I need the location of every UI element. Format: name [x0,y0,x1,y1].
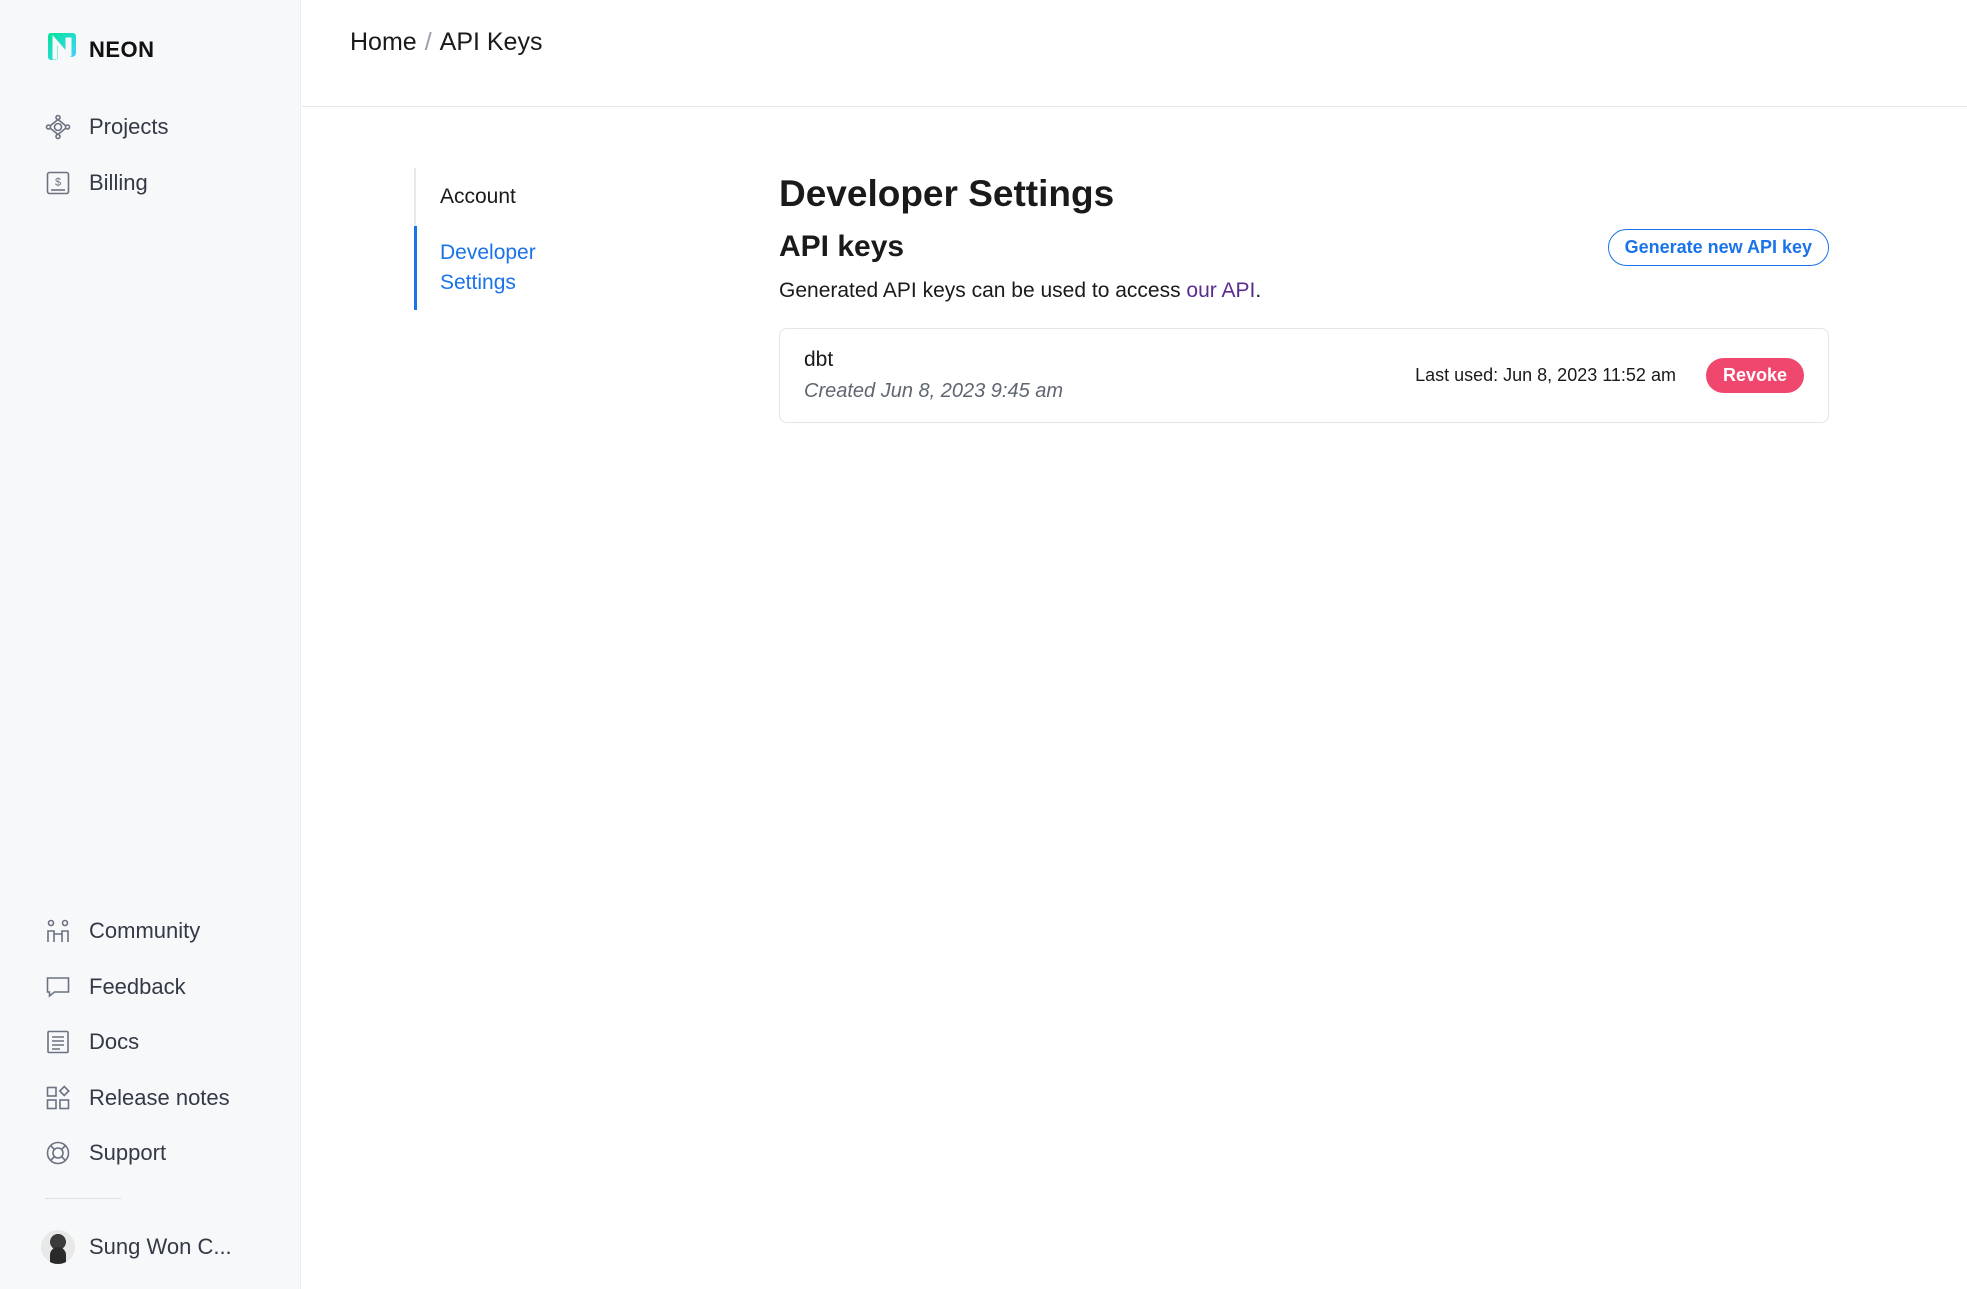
settings-subnav: Account Developer Settings [414,168,634,310]
docs-icon [45,1029,71,1055]
breadcrumb-current: API Keys [439,28,543,56]
sidebar-item-label: Projects [89,114,169,139]
sidebar-item-label: Release notes [89,1085,230,1110]
sidebar-item-support[interactable]: Support [45,1140,166,1166]
svg-text:$: $ [55,177,61,189]
subnav-account[interactable]: Account [416,168,634,226]
neon-logo-icon [45,30,79,69]
our-api-link[interactable]: our API [1186,279,1255,302]
avatar [41,1230,75,1264]
sidebar-item-community[interactable]: Community [45,918,200,944]
api-key-actions: Last used: Jun 8, 2023 11:52 am Revoke [1415,358,1804,393]
neon-logo[interactable]: NEON [45,30,155,69]
sidebar-item-label: Community [89,918,201,943]
api-keys-header: API keys Generate new API key [779,224,1829,270]
api-key-last-used: Last used: Jun 8, 2023 11:52 am [1415,365,1676,385]
subnav-developer-settings-label: Developer Settings [440,241,536,294]
top-bar: Home / API Keys [302,0,1967,107]
sidebar-item-docs[interactable]: Docs [45,1029,139,1055]
section-title: API keys [779,230,905,263]
sidebar-item-label: Docs [89,1029,140,1054]
user-menu[interactable]: Sung Won C... [41,1230,232,1264]
sidebar-item-projects[interactable]: Projects [45,114,168,140]
main-content: Developer Settings API keys Generate new… [779,168,1829,423]
sidebar-item-label: Feedback [89,974,186,999]
sidebar-item-feedback[interactable]: Feedback [45,974,186,1000]
billing-icon: $ [45,170,71,196]
support-icon [45,1140,71,1166]
api-key-name: dbt [804,347,834,371]
breadcrumb-separator: / [424,28,432,56]
sidebar-item-label: Support [89,1140,167,1165]
breadcrumb-home[interactable]: Home [350,28,417,57]
sidebar-item-release-notes[interactable]: Release notes [45,1085,230,1111]
page-title: Developer Settings [779,173,1115,214]
feedback-icon [45,974,71,1000]
community-icon [45,918,71,944]
revoke-button[interactable]: Revoke [1705,358,1804,393]
api-key-row: dbt Created Jun 8, 2023 9:45 am Last use… [779,328,1829,423]
projects-icon [45,114,71,140]
user-name: Sung Won C... [89,1234,232,1259]
api-key-created: Created Jun 8, 2023 9:45 am [804,379,1064,402]
logo-text: NEON [89,36,155,62]
description-text: Generated API keys can be used to access [779,279,1187,302]
subnav-developer-settings[interactable]: Developer Settings [414,226,634,310]
release-notes-icon [45,1085,71,1111]
generate-api-key-button[interactable]: Generate new API key [1607,228,1829,266]
sidebar-divider [45,1198,121,1199]
api-key-info: dbt Created Jun 8, 2023 9:45 am [804,345,1063,407]
sidebar-item-billing[interactable]: $ Billing [45,170,148,196]
sidebar: NEON Projects $ Billing Community Feedba… [0,0,301,1289]
description-suffix: . [1255,279,1262,302]
breadcrumb: Home / API Keys [350,28,542,57]
sidebar-item-label: Billing [89,170,148,195]
api-keys-description: Generated API keys can be used to access… [779,276,1829,306]
